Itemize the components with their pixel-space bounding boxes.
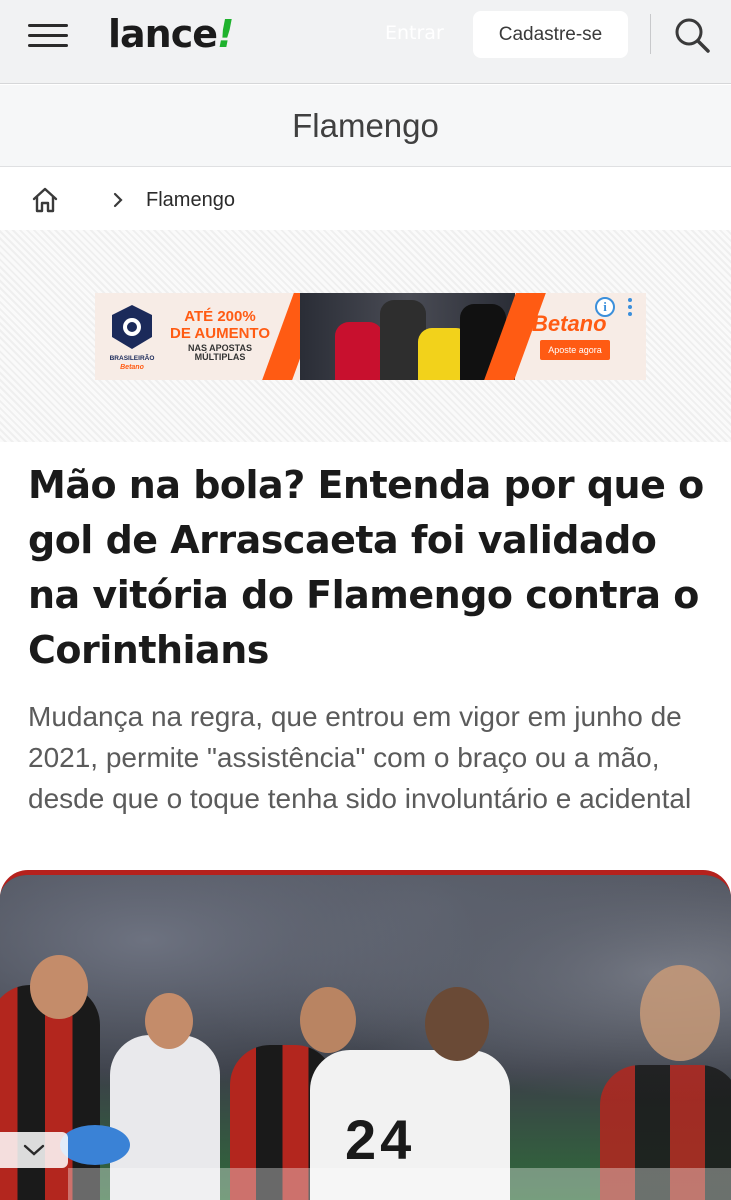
section-header: Flamengo bbox=[0, 85, 731, 167]
section-title[interactable]: Flamengo bbox=[292, 107, 439, 145]
player-glove bbox=[60, 1125, 130, 1165]
ad-info-icon[interactable]: i bbox=[595, 297, 615, 317]
header-divider bbox=[650, 14, 651, 54]
ad-league-label: BRASILEIRÃO bbox=[110, 353, 155, 362]
ad-player-figure bbox=[335, 322, 383, 380]
ad-promo-text: ATÉ 200% DE AUMENTO NAS APOSTAS MÚLTIPLA… bbox=[165, 309, 275, 362]
player-head bbox=[300, 987, 356, 1053]
chevron-down-icon[interactable] bbox=[0, 1132, 68, 1168]
ad-banner[interactable]: BRASILEIRÃO Betano ATÉ 200% DE AUMENTO N… bbox=[95, 293, 646, 380]
site-logo[interactable]: lance! bbox=[108, 12, 234, 56]
player-head bbox=[640, 965, 720, 1061]
chevron-right-icon bbox=[113, 192, 123, 208]
bottom-overlay-bar bbox=[68, 1168, 731, 1200]
brasileirao-logo: BRASILEIRÃO Betano bbox=[110, 305, 155, 371]
ad-players-image bbox=[300, 293, 515, 380]
breadcrumb-current[interactable]: Flamengo bbox=[146, 189, 235, 212]
top-navigation-bar: lance! Entrar Cadastre-se bbox=[0, 0, 731, 84]
article-hero-image[interactable]: 24 bbox=[0, 870, 731, 1200]
login-link[interactable]: Entrar bbox=[385, 22, 444, 44]
ad-brand-name: Betano bbox=[532, 311, 607, 336]
ad-promo-line1: ATÉ 200% bbox=[184, 308, 256, 325]
ad-league-sponsor: Betano bbox=[120, 364, 144, 371]
hamburger-menu-icon[interactable] bbox=[28, 22, 68, 50]
jersey-number: 24 bbox=[345, 1108, 416, 1171]
ad-promo-line3: NAS APOSTAS MÚLTIPLAS bbox=[187, 343, 252, 362]
signup-button[interactable]: Cadastre-se bbox=[473, 11, 628, 58]
logo-exclamation: ! bbox=[217, 12, 234, 56]
ad-promo-line2: DE AUMENTO bbox=[169, 325, 270, 342]
article-headline: Mão na bola? Entenda por que o gol de Ar… bbox=[28, 463, 704, 672]
player-head bbox=[145, 993, 193, 1049]
search-icon[interactable] bbox=[672, 15, 712, 55]
ad-options-icon[interactable] bbox=[628, 298, 634, 320]
player-head bbox=[425, 987, 489, 1061]
home-icon[interactable] bbox=[30, 185, 60, 215]
article-subtitle: Mudança na regra, que entrou em vigor em… bbox=[28, 701, 692, 814]
breadcrumb: Flamengo bbox=[30, 184, 235, 216]
player-head bbox=[30, 955, 88, 1019]
ad-container: BRASILEIRÃO Betano ATÉ 200% DE AUMENTO N… bbox=[0, 230, 731, 442]
ad-cta-button[interactable]: Aposte agora bbox=[540, 340, 610, 360]
logo-text: lance bbox=[108, 12, 218, 56]
